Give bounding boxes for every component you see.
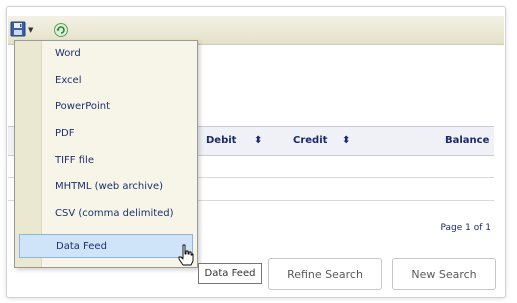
sort-arrows-icon[interactable]: ⬍ (254, 135, 262, 146)
pager-label: Page 1 of 1 (440, 223, 492, 233)
column-header-balance[interactable]: Balance (445, 135, 489, 146)
export-button[interactable]: ▼ (10, 20, 46, 40)
sort-arrows-icon[interactable]: ⬍ (342, 135, 350, 146)
menu-item-word[interactable]: Word (55, 42, 81, 66)
menu-item-pdf[interactable]: PDF (55, 122, 74, 146)
chevron-down-icon[interactable]: ▼ (28, 26, 33, 34)
menu-item-tiff[interactable]: TIFF file (55, 149, 94, 173)
tooltip: Data Feed (198, 263, 262, 284)
menu-item-excel[interactable]: Excel (55, 69, 82, 93)
hand-pointer-icon (178, 244, 194, 269)
refresh-button[interactable] (53, 22, 69, 38)
save-disk-icon (10, 21, 26, 40)
menu-item-data-feed[interactable]: Data Feed (19, 234, 193, 258)
menu-item-powerpoint[interactable]: PowerPoint (55, 95, 110, 119)
refine-search-button[interactable]: Refine Search (268, 258, 382, 290)
menu-item-mhtml[interactable]: MHTML (web archive) (55, 175, 163, 199)
column-header-credit[interactable]: Credit (293, 135, 327, 146)
menu-item-csv[interactable]: CSV (comma delimited) (55, 202, 174, 226)
column-header-debit[interactable]: Debit (206, 135, 236, 146)
new-search-button[interactable]: New Search (392, 258, 496, 290)
export-menu: Word Excel PowerPoint PDF TIFF file MHTM… (14, 40, 198, 268)
